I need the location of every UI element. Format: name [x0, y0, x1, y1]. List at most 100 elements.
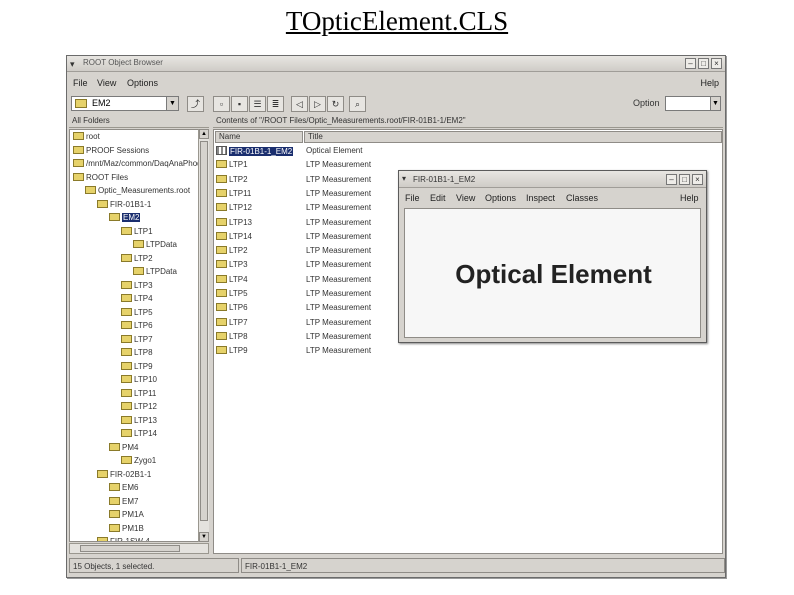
- menu-options[interactable]: Options: [127, 78, 158, 88]
- find-button[interactable]: ⌕: [349, 96, 366, 112]
- scroll-up-icon[interactable]: ▲: [199, 129, 209, 139]
- status-count: 15 Objects, 1 selected.: [69, 558, 239, 573]
- tree-node[interactable]: FIR-1SW-4: [97, 537, 150, 541]
- tree-node-label: LTP13: [134, 415, 157, 425]
- column-header-title[interactable]: Title: [304, 131, 722, 143]
- forward-button[interactable]: ▷: [309, 96, 326, 112]
- tree-node[interactable]: PM1B: [109, 523, 144, 537]
- small-icons-button[interactable]: ▪: [231, 96, 248, 112]
- large-icons-button[interactable]: ▫: [213, 96, 230, 112]
- tree-node[interactable]: PROOF Sessions: [73, 145, 149, 159]
- tree-node-label: LTP6: [134, 321, 153, 330]
- chevron-down-icon[interactable]: ▼: [166, 97, 178, 110]
- chevron-down-icon[interactable]: ▼: [710, 97, 720, 110]
- dialog-canvas[interactable]: Optical Element: [404, 208, 701, 338]
- dialog-menu-help[interactable]: Help: [680, 193, 699, 203]
- folder-icon: [109, 523, 120, 532]
- tree-node[interactable]: /mnt/Maz/common/DaqAnaPhod: [73, 159, 202, 172]
- tree-node[interactable]: EM2: [109, 213, 141, 226]
- window-menu-icon[interactable]: ▾: [70, 59, 80, 69]
- list-item-title: Optical Element: [306, 146, 363, 155]
- close-icon[interactable]: ×: [711, 58, 722, 69]
- tree-node[interactable]: FIR-01B1-1: [97, 199, 152, 213]
- folder-icon: [109, 496, 120, 505]
- tree-node[interactable]: LTP11: [121, 388, 156, 402]
- directory-combo[interactable]: EM2 ▼: [71, 96, 179, 111]
- folders-header: All Folders: [69, 116, 209, 128]
- tree-node[interactable]: LTP4: [121, 294, 153, 307]
- list-item[interactable]: LTP9 LTP Measurement: [216, 346, 716, 359]
- folder-icon: [121, 348, 132, 356]
- up-folder-button[interactable]: ⤴: [187, 96, 204, 112]
- column-header-name[interactable]: Name: [215, 131, 303, 143]
- menu-view[interactable]: View: [97, 78, 116, 88]
- tree-node[interactable]: EM6: [109, 483, 138, 496]
- close-icon[interactable]: ×: [692, 174, 703, 185]
- window-menu-icon[interactable]: ▾: [402, 174, 406, 183]
- tree-node[interactable]: LTPData: [133, 240, 177, 253]
- list-item-title: LTP Measurement: [306, 203, 372, 213]
- folder-icon: [216, 160, 227, 169]
- list-item-name: LTP1: [229, 160, 248, 170]
- list-item-name: LTP14: [229, 231, 252, 241]
- canvas-heading: Optical Element: [455, 259, 652, 289]
- tree-node[interactable]: root: [73, 132, 100, 145]
- maximize-icon[interactable]: □: [698, 58, 709, 69]
- browser-titlebar[interactable]: ▾ ROOT Object Browser – □ ×: [67, 56, 725, 72]
- menu-file[interactable]: File: [73, 78, 88, 88]
- tree-node[interactable]: LTP3: [121, 280, 153, 294]
- dialog-menu-edit[interactable]: Edit: [430, 193, 446, 203]
- option-combo[interactable]: ▼: [665, 96, 721, 111]
- minimize-icon[interactable]: –: [666, 174, 677, 185]
- tree-node[interactable]: Optic_Measurements.root: [85, 186, 190, 199]
- folder-icon: [121, 294, 132, 302]
- list-item[interactable]: FIR-01B1-1_EM2 Optical Element: [216, 146, 716, 159]
- tree-node-label: LTP12: [134, 402, 157, 411]
- dialog-menu-file[interactable]: File: [405, 193, 420, 203]
- scroll-thumb[interactable]: [200, 141, 208, 521]
- details-view-button[interactable]: ≣: [267, 96, 284, 112]
- tree-node[interactable]: ROOT Files: [73, 172, 128, 186]
- dialog-menu-classes[interactable]: Classes: [566, 193, 598, 203]
- tree-node[interactable]: LTPData: [133, 267, 177, 280]
- list-view-button[interactable]: ☰: [249, 96, 266, 112]
- tree-node[interactable]: LTP10: [121, 375, 157, 388]
- dialog-menu-view[interactable]: View: [456, 193, 475, 203]
- tree-node-label: FIR-01B1-1: [110, 199, 152, 209]
- tree-node[interactable]: LTP8: [121, 348, 153, 361]
- dialog-menu-inspect[interactable]: Inspect: [526, 193, 555, 203]
- folder-icon: [121, 226, 132, 235]
- tree-node[interactable]: LTP2: [121, 253, 153, 267]
- folder-tree[interactable]: root PROOF Sessions/mnt/Maz/common/DaqAna…: [69, 129, 209, 542]
- dialog-titlebar[interactable]: ▾ FIR-01B1-1_EM2 – □ ×: [399, 171, 706, 188]
- tree-node-label: LTP14: [134, 429, 157, 438]
- minimize-icon[interactable]: –: [685, 58, 696, 69]
- scroll-down-icon[interactable]: ▼: [199, 532, 209, 542]
- folder-icon: [121, 334, 132, 343]
- list-item-title: LTP Measurement: [306, 188, 372, 198]
- tree-node[interactable]: LTP12: [121, 402, 157, 415]
- tree-horizontal-scrollbar[interactable]: [69, 543, 209, 554]
- tree-node[interactable]: LTP5: [121, 307, 153, 321]
- contents-header: Contents of "/ROOT Files/Optic_Measureme…: [213, 116, 723, 128]
- tree-node[interactable]: LTP9: [121, 361, 153, 375]
- tree-node[interactable]: LTP6: [121, 321, 153, 334]
- tree-node[interactable]: FIR-02B1-1: [97, 469, 151, 483]
- tree-node-label: LTP9: [134, 361, 153, 371]
- dialog-menu-options[interactable]: Options: [485, 193, 516, 203]
- tree-node[interactable]: LTP13: [121, 415, 157, 429]
- tree-node[interactable]: EM7: [109, 496, 138, 510]
- folder-icon: [121, 280, 132, 289]
- menu-help[interactable]: Help: [700, 78, 719, 88]
- maximize-icon[interactable]: □: [679, 174, 690, 185]
- refresh-button[interactable]: ↻: [327, 96, 344, 112]
- tree-node[interactable]: PM1A: [109, 510, 144, 523]
- tree-vertical-scrollbar[interactable]: ▲ ▼: [198, 129, 209, 542]
- scroll-thumb[interactable]: [80, 545, 180, 552]
- tree-node[interactable]: PM4: [109, 442, 138, 456]
- tree-node[interactable]: Zygo1: [121, 456, 156, 469]
- tree-node[interactable]: LTP7: [121, 334, 153, 348]
- tree-node[interactable]: LTP14: [121, 429, 157, 442]
- tree-node[interactable]: LTP1: [121, 226, 153, 240]
- back-button[interactable]: ◁: [291, 96, 308, 112]
